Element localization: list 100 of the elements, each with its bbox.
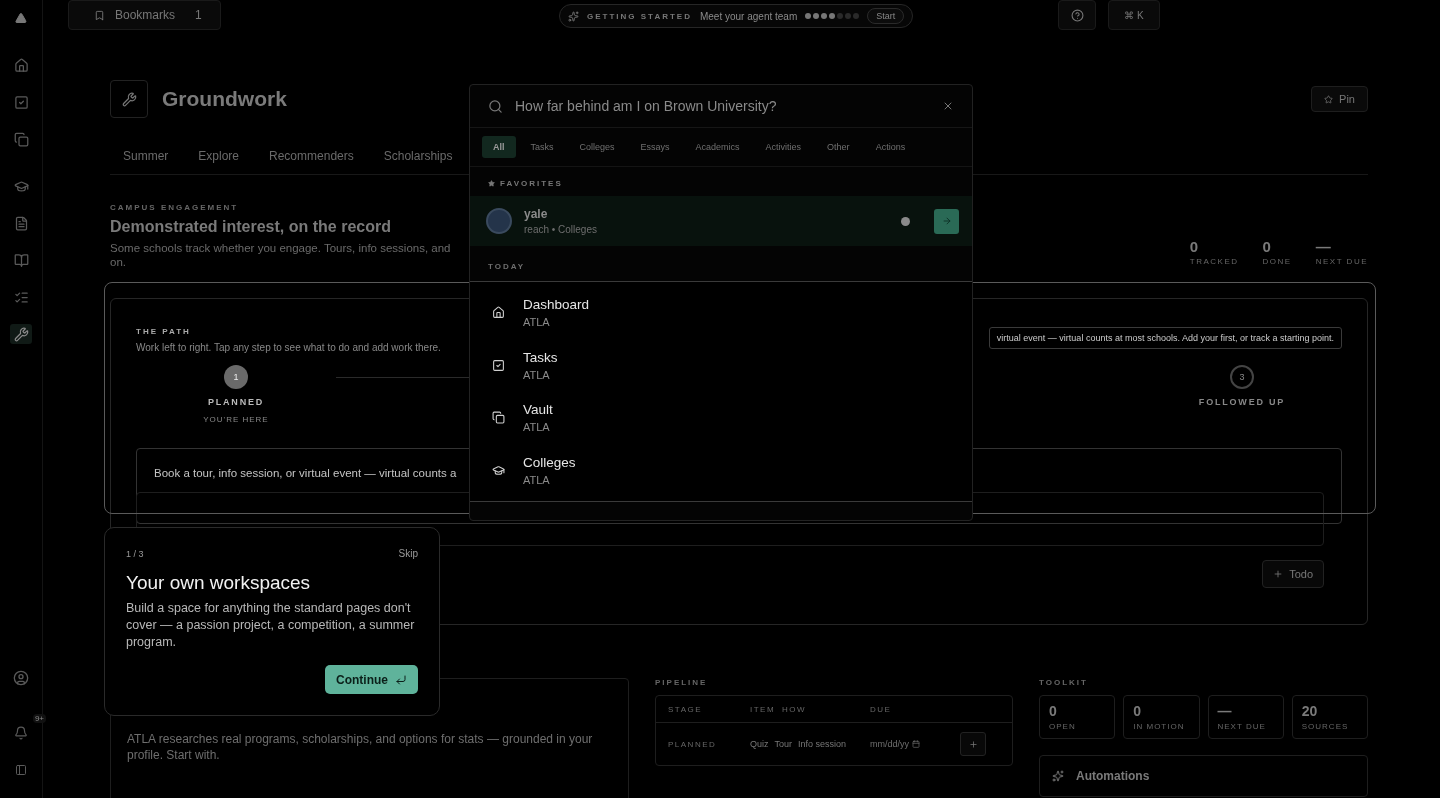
document-icon — [13, 215, 29, 231]
item-title: Vault — [523, 402, 553, 418]
stat-value: 0 — [1262, 238, 1272, 255]
step-marker[interactable]: 1 — [224, 365, 248, 389]
tour-body: Build a space for anything the standard pages don't cover — a passion project, a competition, a summer program. — [126, 600, 416, 651]
tab[interactable]: Explore — [185, 149, 253, 163]
pin-button[interactable]: Pin — [1311, 86, 1368, 112]
home-icon — [13, 57, 29, 73]
search-field[interactable]: How far behind am I on Brown University? — [515, 98, 930, 114]
stat-label: TRACKED — [1189, 257, 1239, 266]
arrow-icon — [941, 216, 952, 226]
home-icon — [492, 305, 506, 319]
tour-counter: 1 / 3 — [126, 548, 144, 559]
user-icon — [13, 670, 29, 686]
filter-tab[interactable]: Other — [816, 136, 861, 158]
favorite-item[interactable]: yale reach • Colleges — [470, 196, 972, 246]
tab[interactable]: Recommenders — [256, 149, 367, 163]
filter-tab[interactable]: Colleges — [568, 136, 626, 158]
college-seal-icon — [486, 208, 512, 234]
skip-button[interactable]: Skip — [398, 548, 418, 559]
stat-label: IN MOTION — [1133, 722, 1186, 731]
search-icon — [488, 98, 503, 114]
stat-value: 20 — [1301, 703, 1319, 719]
tooltip: virtual event — virtual counts at most schools. Add your first, or track a starting point. — [988, 327, 1342, 349]
automations-card[interactable]: Automations — [1039, 755, 1368, 797]
stage-cell-text: PLANNED — [668, 739, 718, 749]
stat-label: NEXT DUE — [1315, 257, 1368, 266]
star-icon — [1324, 94, 1334, 104]
column-header: HOW — [782, 704, 808, 714]
shortcut-button[interactable]: ⌘ K — [1108, 0, 1160, 30]
stat-value: — — [1217, 703, 1233, 719]
book-icon — [13, 252, 29, 268]
wrench-icon — [13, 326, 29, 342]
item-source: ATLA — [523, 368, 551, 381]
item-title: Colleges — [523, 454, 576, 470]
filter-tab[interactable]: Tasks — [519, 136, 565, 158]
filter-tab[interactable]: Academics — [684, 136, 751, 158]
option-chip[interactable]: Tour — [774, 739, 793, 749]
column-header: ITEM — [750, 704, 777, 714]
item-title: Tasks — [523, 349, 558, 365]
pipeline-title: PIPELINE — [655, 678, 709, 687]
section-kicker: CAMPUS ENGAGEMENT — [110, 203, 240, 212]
logo-icon — [15, 12, 27, 24]
graduation-cap-icon — [492, 463, 506, 477]
graduation-cap-icon — [13, 178, 29, 194]
enter-key-icon — [395, 673, 407, 686]
bookmarks-button[interactable]: Bookmarks 1 — [68, 0, 221, 30]
plus-icon — [1273, 569, 1284, 579]
group-title: FAVORITES — [500, 179, 563, 188]
status-dot — [901, 216, 910, 226]
open-button[interactable] — [934, 208, 959, 234]
getting-started-title: Meet your agent team — [699, 10, 798, 22]
getting-started-label: GETTING STARTED — [587, 11, 692, 21]
plus-icon — [968, 739, 978, 749]
automations-title: Automations — [1076, 769, 1150, 783]
result-item[interactable]: Vault ATLA — [470, 391, 972, 445]
item-title: Dashboard — [523, 296, 590, 312]
bell-icon — [14, 726, 28, 740]
documents-icon — [13, 131, 29, 147]
filter-tab[interactable]: Essays — [629, 136, 681, 158]
stat-value: 0 — [1189, 238, 1200, 255]
due-date-field[interactable]: mm/dd/yy — [870, 739, 958, 749]
stat-label: OPEN — [1049, 722, 1077, 731]
option-chip[interactable]: Info session — [798, 739, 847, 749]
continue-button[interactable]: Continue — [325, 665, 418, 694]
path-hint: Work left to right. Tap any step to see what to do and add work there. — [136, 342, 441, 353]
section-description: Some schools track whether you engage. Tours, info sessions, and — [110, 242, 451, 254]
filter-tab[interactable]: Actions — [864, 136, 917, 158]
filter-tab[interactable]: All — [482, 136, 516, 158]
research-text: ATLA researches real programs, scholarships, and options for stats — grounded in your profile. Start with. — [127, 731, 594, 763]
page-title: Groundwork — [162, 87, 287, 111]
help-button[interactable] — [1058, 0, 1096, 30]
documents-icon — [492, 411, 506, 425]
star-icon — [488, 180, 495, 187]
toolkit-title: TOOLKIT — [1039, 678, 1089, 687]
stat-value: — — [1315, 238, 1332, 255]
step-marker[interactable]: 3 — [1230, 365, 1254, 389]
stat-value: 0 — [1133, 703, 1143, 719]
stat-label: DONE — [1262, 257, 1292, 266]
item-meta: reach • Colleges — [524, 224, 597, 235]
filter-tab[interactable]: Activities — [754, 136, 813, 158]
stat-label: NEXT DUE — [1217, 722, 1267, 731]
result-item[interactable]: Tasks ATLA — [470, 338, 972, 392]
start-button[interactable]: Start — [867, 8, 905, 24]
step-label: FOLLOWED UP — [1198, 397, 1286, 407]
close-icon[interactable] — [942, 100, 954, 112]
checkbox-icon — [13, 94, 29, 110]
calendar-icon — [912, 740, 920, 748]
section-description: on. — [110, 256, 127, 268]
sidebar-item[interactable] — [10, 324, 32, 344]
sparkle-icon — [568, 10, 579, 22]
tab[interactable]: Summer — [110, 149, 182, 163]
step-note: YOU'RE HERE — [203, 415, 269, 424]
notification-count: 9+ — [32, 714, 46, 723]
option-chip[interactable]: Quiz — [750, 739, 769, 749]
stat-label: SOURCES — [1301, 722, 1350, 731]
todo-button[interactable]: Todo — [1262, 560, 1324, 588]
tab[interactable]: Scholarships — [370, 149, 466, 163]
column-header: STAGE — [668, 704, 704, 714]
result-item[interactable]: Dashboard ATLA — [470, 286, 972, 339]
